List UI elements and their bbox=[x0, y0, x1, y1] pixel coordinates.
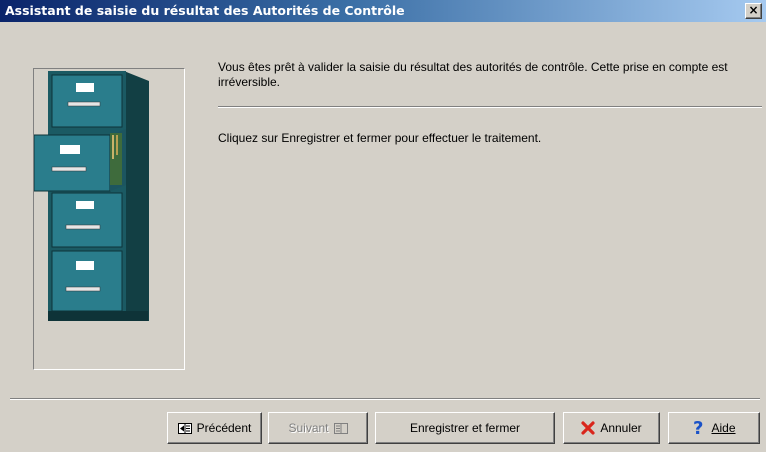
filing-cabinet-icon bbox=[34, 71, 149, 321]
previous-arrow-icon bbox=[177, 422, 192, 434]
red-x-icon bbox=[581, 421, 595, 435]
svg-text:?: ? bbox=[693, 419, 703, 437]
save-and-close-button-label: Enregistrer et fermer bbox=[409, 421, 521, 435]
cancel-button[interactable]: Annuler bbox=[563, 412, 660, 444]
help-button[interactable]: ? Aide bbox=[668, 412, 760, 444]
close-button[interactable]: × bbox=[745, 3, 762, 19]
previous-button[interactable]: Précédent bbox=[167, 412, 262, 444]
instruction-message: Cliquez sur Enregistrer et fermer pour e… bbox=[218, 131, 542, 145]
question-mark-icon: ? bbox=[692, 419, 706, 437]
illustration-panel bbox=[33, 68, 185, 370]
message-divider bbox=[218, 106, 762, 108]
help-button-label: Aide bbox=[711, 421, 736, 435]
footer-divider bbox=[10, 398, 760, 400]
next-button[interactable]: Suivant bbox=[268, 412, 368, 444]
confirmation-message: Vous êtes prêt à valider la saisie du ré… bbox=[218, 60, 728, 89]
cancel-button-label: Annuler bbox=[600, 421, 642, 435]
window-title: Assistant de saisie du résultat des Auto… bbox=[5, 3, 405, 18]
next-arrow-icon bbox=[333, 422, 348, 434]
close-icon: × bbox=[748, 3, 759, 17]
previous-button-label: Précédent bbox=[196, 421, 252, 435]
save-and-close-button[interactable]: Enregistrer et fermer bbox=[375, 412, 555, 444]
next-button-label: Suivant bbox=[288, 421, 329, 435]
title-bar: Assistant de saisie du résultat des Auto… bbox=[0, 0, 766, 22]
